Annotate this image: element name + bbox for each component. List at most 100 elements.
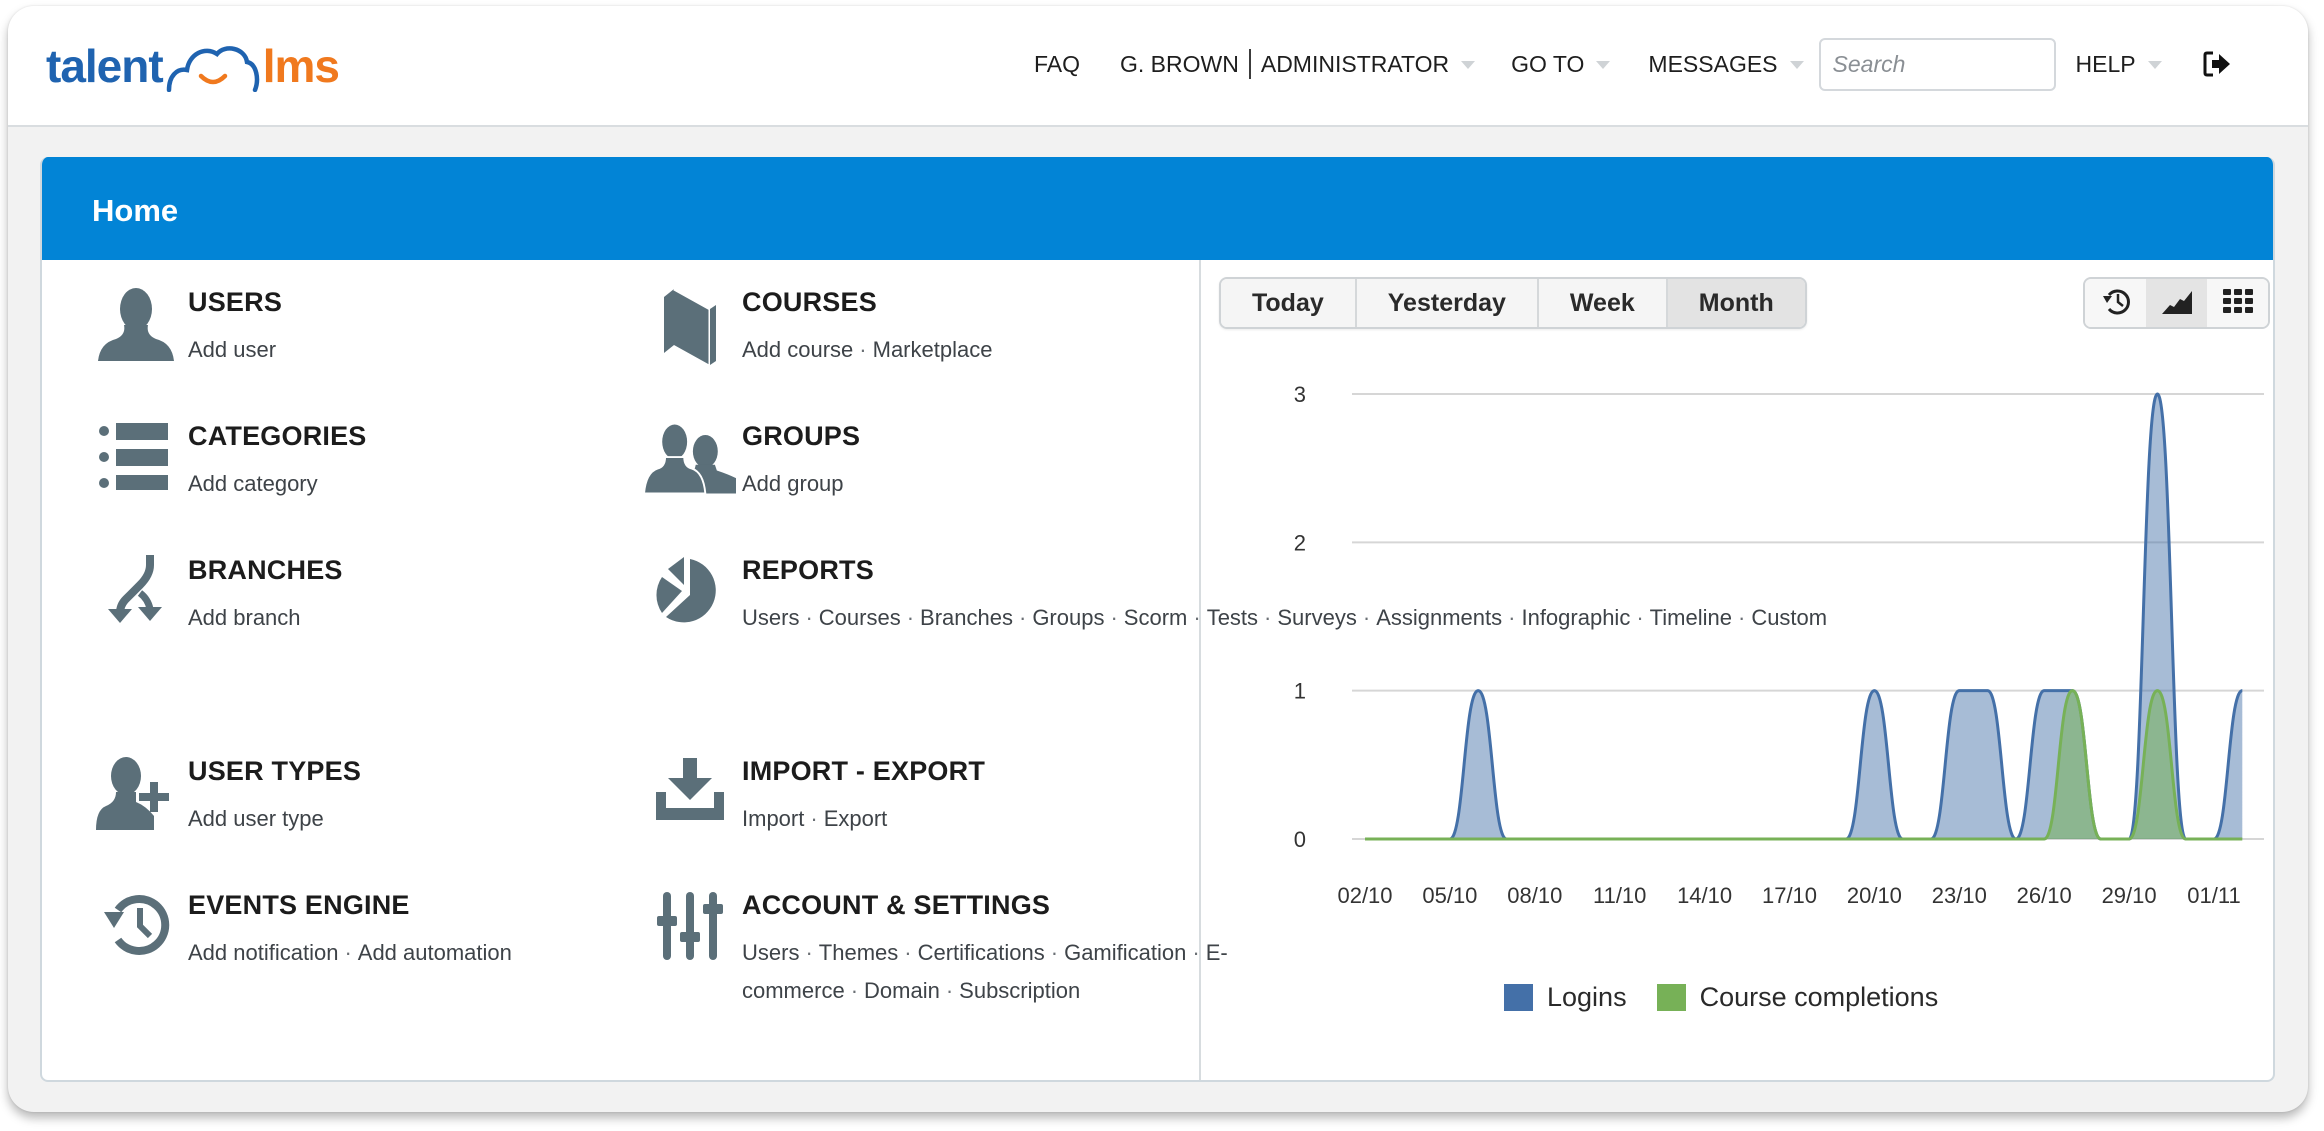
link-separator: · bbox=[945, 978, 954, 1003]
tile-link[interactable]: Themes bbox=[819, 940, 898, 965]
chevron-down-icon bbox=[1596, 61, 1611, 69]
sliders-icon[interactable] bbox=[644, 890, 736, 980]
tile-title-users[interactable]: USERS bbox=[188, 287, 282, 318]
tile-links: Add course · Marketplace bbox=[742, 331, 1162, 369]
branch-arrows-icon[interactable] bbox=[90, 555, 182, 645]
user-name: G. BROWN bbox=[1120, 50, 1239, 77]
nav-goto-menu[interactable]: GO TO bbox=[1511, 51, 1611, 78]
user-icon[interactable] bbox=[90, 287, 182, 377]
tile-link[interactable]: Add course bbox=[742, 337, 853, 362]
tile-title-branches[interactable]: BRANCHES bbox=[188, 555, 343, 586]
legend-label: Course completions bbox=[1699, 982, 1939, 1012]
tile-links: Users · Courses · Branches · Groups · Scorm · Test… bbox=[742, 599, 1827, 637]
user-plus-icon[interactable] bbox=[90, 756, 182, 846]
tile-link[interactable]: Groups bbox=[1032, 605, 1104, 630]
tile-link[interactable]: Courses bbox=[819, 605, 901, 630]
link-separator: · bbox=[805, 940, 813, 965]
link-separator: · bbox=[906, 605, 915, 630]
download-tray-icon[interactable] bbox=[644, 756, 736, 846]
tile-link[interactable]: Add user bbox=[188, 337, 276, 362]
separator bbox=[1248, 49, 1251, 79]
legend-item[interactable]: Course completions bbox=[1656, 982, 1939, 1013]
tab-week[interactable]: Week bbox=[1538, 279, 1668, 327]
logout-button[interactable] bbox=[2202, 50, 2232, 78]
legend-swatch bbox=[1656, 984, 1686, 1011]
tile-link[interactable]: Subscription bbox=[959, 978, 1080, 1003]
tile-link[interactable]: Add automation bbox=[358, 940, 512, 965]
history-clock-icon[interactable] bbox=[90, 890, 182, 980]
talentlms-logo[interactable]: talent lms bbox=[46, 36, 340, 96]
tile-link[interactable]: Add notification bbox=[188, 940, 338, 965]
tab-today[interactable]: Today bbox=[1221, 279, 1357, 327]
tile-title-categories[interactable]: CATEGORIES bbox=[188, 421, 367, 452]
search-input[interactable] bbox=[1818, 37, 2056, 91]
link-separator: · bbox=[1192, 940, 1200, 965]
tile-title-import-export[interactable]: IMPORT - EXPORT bbox=[742, 756, 985, 787]
tile-link[interactable]: Add category bbox=[188, 471, 318, 496]
link-separator: · bbox=[1193, 605, 1201, 630]
tile-link[interactable]: Add group bbox=[742, 471, 844, 496]
legend-item[interactable]: Logins bbox=[1504, 982, 1627, 1013]
tab-yesterday[interactable]: Yesterday bbox=[1356, 279, 1539, 327]
tile-links: Add notification · Add automation bbox=[188, 934, 608, 972]
list-icon[interactable] bbox=[90, 421, 182, 511]
chevron-down-icon bbox=[2147, 61, 2162, 69]
pie-chart-icon[interactable] bbox=[644, 555, 736, 645]
grid-icon bbox=[2221, 287, 2255, 320]
link-separator: · bbox=[850, 978, 859, 1003]
y-tick-label: 3 bbox=[1294, 382, 1306, 407]
tile-links: Add category bbox=[188, 465, 608, 503]
history-view-button[interactable] bbox=[2085, 279, 2146, 327]
tile-link[interactable]: Users bbox=[742, 940, 799, 965]
chevron-down-icon bbox=[1461, 61, 1476, 69]
x-tick-label: 01/11 bbox=[2187, 883, 2240, 908]
history-icon bbox=[2101, 287, 2131, 320]
tile-link[interactable]: Certifications bbox=[918, 940, 1045, 965]
x-tick-label: 17/10 bbox=[1762, 883, 1817, 908]
area-chart-icon bbox=[2160, 287, 2194, 320]
x-tick-label: 23/10 bbox=[1932, 883, 1987, 908]
nav-faq-label: FAQ bbox=[1034, 50, 1081, 77]
tile-links: Add user bbox=[188, 331, 608, 369]
tile-title-events-engine[interactable]: EVENTS ENGINE bbox=[188, 890, 410, 921]
area-chart-view-button[interactable] bbox=[2146, 279, 2207, 327]
tile-title-account-settings[interactable]: ACCOUNT & SETTINGS bbox=[742, 890, 1050, 921]
tile-link[interactable]: Branches bbox=[920, 605, 1013, 630]
series-line-logins bbox=[1365, 392, 2244, 841]
tile-link[interactable]: Domain bbox=[864, 978, 940, 1003]
tile-link[interactable]: Scorm bbox=[1124, 605, 1188, 630]
tile-title-user-types[interactable]: USER TYPES bbox=[188, 756, 361, 787]
tile-links: Add user type bbox=[188, 800, 608, 838]
tile-link[interactable]: Marketplace bbox=[873, 337, 993, 362]
chart-view-buttons bbox=[2083, 277, 2270, 329]
page-title: Home bbox=[92, 193, 179, 228]
nav-help-menu[interactable]: HELP bbox=[2076, 51, 2162, 78]
tile-title-groups[interactable]: GROUPS bbox=[742, 421, 860, 452]
chevron-down-icon bbox=[1789, 61, 1804, 69]
x-tick-label: 29/10 bbox=[2102, 883, 2157, 908]
book-icon[interactable] bbox=[644, 287, 736, 377]
tile-link[interactable]: Export bbox=[824, 806, 888, 831]
nav-user-menu[interactable]: G. BROWN ADMINISTRATOR bbox=[1120, 49, 1476, 79]
tile-link[interactable]: Add branch bbox=[188, 605, 301, 630]
link-separator: · bbox=[859, 337, 867, 362]
link-separator: · bbox=[1050, 940, 1059, 965]
nav-faq[interactable]: FAQ bbox=[1034, 51, 1080, 78]
grid-view-button[interactable] bbox=[2207, 279, 2268, 327]
tab-month[interactable]: Month bbox=[1667, 279, 1805, 327]
tile-link[interactable]: Users bbox=[742, 605, 799, 630]
x-tick-label: 20/10 bbox=[1847, 883, 1902, 908]
tile-title-reports[interactable]: REPORTS bbox=[742, 555, 874, 586]
link-separator: · bbox=[344, 940, 352, 965]
user-role: ADMINISTRATOR bbox=[1260, 50, 1450, 77]
users-group-icon[interactable] bbox=[644, 421, 736, 511]
tile-link[interactable]: Gamification bbox=[1064, 940, 1186, 965]
tile-link[interactable]: Import bbox=[742, 806, 804, 831]
x-tick-label: 14/10 bbox=[1677, 883, 1732, 908]
tile-link[interactable]: Add user type bbox=[188, 806, 324, 831]
tile-title-courses[interactable]: COURSES bbox=[742, 287, 877, 318]
legend-swatch bbox=[1504, 984, 1533, 1011]
activity-chart: 0 1 2 3 02/10 05/10 08/10 11/10 14/10 17/10 20/10 2… bbox=[1294, 382, 2264, 908]
tile-links: Users · Themes · Certifications · Gamification… bbox=[742, 934, 1228, 1010]
nav-messages-menu[interactable]: MESSAGES bbox=[1648, 51, 1804, 78]
